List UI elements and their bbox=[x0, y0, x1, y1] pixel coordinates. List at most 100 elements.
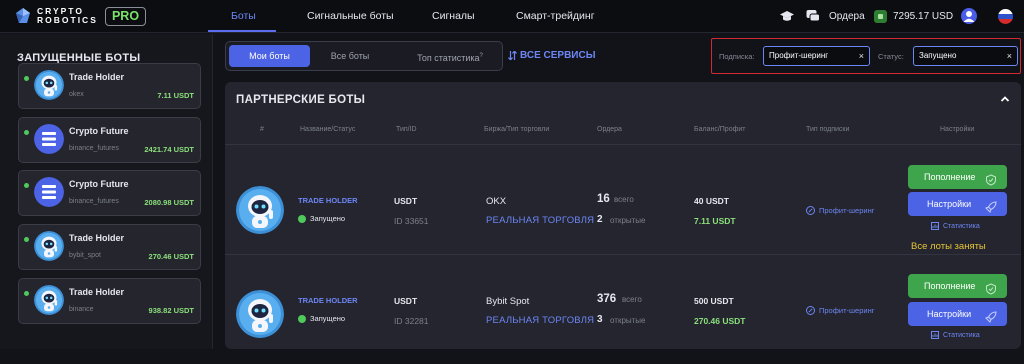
subscription-label: Профит-шеринг bbox=[819, 306, 875, 315]
bot-name: Crypto Future bbox=[69, 179, 129, 189]
orders-link[interactable]: Ордера bbox=[829, 0, 865, 33]
running-bot-card[interactable]: Crypto Future binance_futures 2080.98 USDT bbox=[18, 170, 201, 216]
row-divider bbox=[225, 254, 1021, 255]
main-content: Мои боты Все боты Топ статистика? ВСЕ СЕ… bbox=[214, 34, 1024, 349]
settings-button[interactable]: Настройки bbox=[908, 192, 1007, 216]
subscription-type: Профит-шеринг bbox=[806, 306, 874, 315]
col-header-settings: Настройки bbox=[940, 126, 975, 133]
bot-exchange: binance bbox=[69, 306, 94, 313]
robot-avatar bbox=[34, 285, 64, 315]
bot-status-label: Запущено bbox=[310, 314, 346, 323]
shield-check-icon bbox=[985, 280, 997, 295]
bot-profit: 7.11 USDT bbox=[157, 91, 194, 100]
settings-button-label: Настройки bbox=[927, 309, 972, 319]
running-bot-card[interactable]: Trade Holder okex 7.11 USDT bbox=[18, 63, 201, 109]
partner-bots-panel: ПАРТНЕРСКИЕ БОТЫ # Название/Статус Тип/I… bbox=[225, 82, 1021, 349]
bot-name-link[interactable]: TRADE HOLDER bbox=[298, 196, 358, 205]
chart-icon bbox=[931, 331, 939, 339]
logo-line-2: ROBOTICS bbox=[37, 15, 98, 25]
bot-exchange: bybit_spot bbox=[69, 252, 101, 259]
filters-highlight: Подписка: Профит-шеринг × Статус: Запуще… bbox=[711, 38, 1021, 74]
exchange-name: OKX bbox=[486, 196, 507, 207]
sidebar-running-bots: ЗАПУЩЕННЫЕ БОТЫ Trade Holder okex 7.11 USD… bbox=[0, 34, 213, 349]
clear-subscription-icon[interactable]: × bbox=[859, 47, 864, 65]
subscription-filter-value: Профит-шеринг bbox=[769, 51, 829, 60]
col-header-index: # bbox=[260, 126, 264, 133]
bot-profit: 270.46 USDT bbox=[148, 252, 194, 261]
user-icon[interactable] bbox=[961, 8, 977, 24]
bot-type: USDT bbox=[394, 196, 418, 206]
orders-total: 376 bbox=[597, 293, 617, 305]
clear-status-icon[interactable]: × bbox=[1007, 47, 1012, 65]
stats-link[interactable]: Статистика bbox=[931, 331, 980, 339]
panel-title: ПАРТНЕРСКИЕ БОТЫ bbox=[236, 94, 366, 106]
bot-profit: 938.82 USDT bbox=[148, 306, 194, 315]
stats-link-label: Статистика bbox=[943, 222, 980, 230]
running-bot-card[interactable]: Trade Holder bybit_spot 270.46 USDT bbox=[18, 224, 201, 270]
orders-open: 2 bbox=[597, 214, 603, 225]
bot-status: Запущено bbox=[298, 214, 345, 223]
tab-top-stats[interactable]: Топ статистика? bbox=[402, 45, 498, 67]
graduation-cap-icon[interactable] bbox=[780, 9, 794, 23]
bot-avatar-icon bbox=[34, 124, 64, 154]
bot-name: Crypto Future bbox=[69, 126, 129, 136]
bot-id: ID 33651 bbox=[394, 216, 429, 226]
bot-exchange: okex bbox=[69, 91, 84, 98]
bot-status-label: Запущено bbox=[310, 214, 346, 223]
nav-tab-smart-trading[interactable]: Смарт-трейдинг bbox=[516, 0, 595, 33]
bot-name-link[interactable]: TRADE HOLDER bbox=[298, 296, 358, 305]
bot-name: Trade Holder bbox=[69, 233, 125, 243]
rocket-icon bbox=[985, 308, 997, 323]
running-status-dot bbox=[24, 76, 29, 81]
chart-icon bbox=[931, 222, 939, 230]
tab-top-stats-label: Топ статистика bbox=[417, 53, 480, 63]
running-bot-card[interactable]: Trade Holder binance 938.82 USDT bbox=[18, 278, 201, 324]
status-filter-select[interactable]: Запущено × bbox=[913, 46, 1018, 66]
profit-value: 270.46 USDT bbox=[694, 316, 746, 326]
trade-type: РЕАЛЬНАЯ ТОРГОВЛЯ bbox=[486, 315, 595, 326]
running-status-dot bbox=[298, 314, 306, 323]
chevron-up-icon[interactable] bbox=[1000, 94, 1010, 104]
subscription-filter-label: Подписка: bbox=[719, 52, 755, 61]
stats-link[interactable]: Статистика bbox=[931, 222, 980, 230]
settings-button[interactable]: Настройки bbox=[908, 302, 1007, 326]
refill-button[interactable]: Пополнение bbox=[908, 165, 1007, 189]
exchange-name: Bybit Spot bbox=[486, 296, 530, 307]
chat-icon[interactable] bbox=[806, 9, 820, 23]
col-header-type-id: Тип/ID bbox=[396, 126, 417, 133]
robot-avatar bbox=[236, 186, 284, 234]
table-row: TRADE HOLDER Запущено USDT ID 33651 OKX РЕАЛЬ… bbox=[225, 144, 1021, 254]
running-bot-card[interactable]: Crypto Future binance_futures 2421.74 USDT bbox=[18, 117, 201, 163]
percent-icon bbox=[806, 306, 815, 315]
settings-button-label: Настройки bbox=[927, 199, 972, 209]
logo[interactable]: CRYPTO ROBOTICS bbox=[14, 7, 98, 25]
balance-display[interactable]: 7295.17 USD bbox=[874, 8, 953, 25]
nav-tab-bots[interactable]: Боты bbox=[231, 0, 256, 33]
subscription-type: Профит-шеринг bbox=[806, 206, 874, 215]
refill-button-label: Пополнение bbox=[924, 281, 976, 291]
subscription-filter-select[interactable]: Профит-шеринг × bbox=[763, 46, 870, 66]
nav-tab-signal-bots[interactable]: Сигнальные боты bbox=[307, 0, 394, 33]
orders-total: 16 bbox=[597, 193, 610, 205]
col-header-subscription: Тип подписки bbox=[806, 126, 850, 133]
shield-check-icon bbox=[985, 171, 997, 186]
bot-profit: 2080.98 USDT bbox=[144, 198, 194, 207]
status-filter-value: Запущено bbox=[919, 51, 957, 60]
flag-ru-icon[interactable] bbox=[998, 9, 1013, 24]
balance-value: 40 USDT bbox=[694, 196, 729, 206]
profit-value: 7.11 USDT bbox=[694, 216, 736, 226]
bot-exchange: binance_futures bbox=[69, 145, 119, 152]
all-services-label: ВСЕ СЕРВИСЫ bbox=[520, 50, 596, 61]
refill-button[interactable]: Пополнение bbox=[908, 274, 1007, 298]
balance-value: 7295.17 USD bbox=[893, 11, 954, 22]
bot-name: Trade Holder bbox=[69, 72, 125, 82]
help-sup: ? bbox=[479, 53, 483, 59]
subscription-label: Профит-шеринг bbox=[819, 206, 875, 215]
tab-my-bots[interactable]: Мои боты bbox=[229, 45, 310, 67]
all-services-link[interactable]: ВСЕ СЕРВИСЫ bbox=[508, 50, 596, 61]
col-header-exchange: Биржа/Тип торговли bbox=[484, 126, 550, 133]
nav-tab-signals[interactable]: Сигналы bbox=[432, 0, 475, 33]
tab-all-bots[interactable]: Все боты bbox=[318, 45, 382, 67]
logo-icon bbox=[16, 8, 30, 23]
pro-badge: PRO bbox=[105, 7, 146, 26]
